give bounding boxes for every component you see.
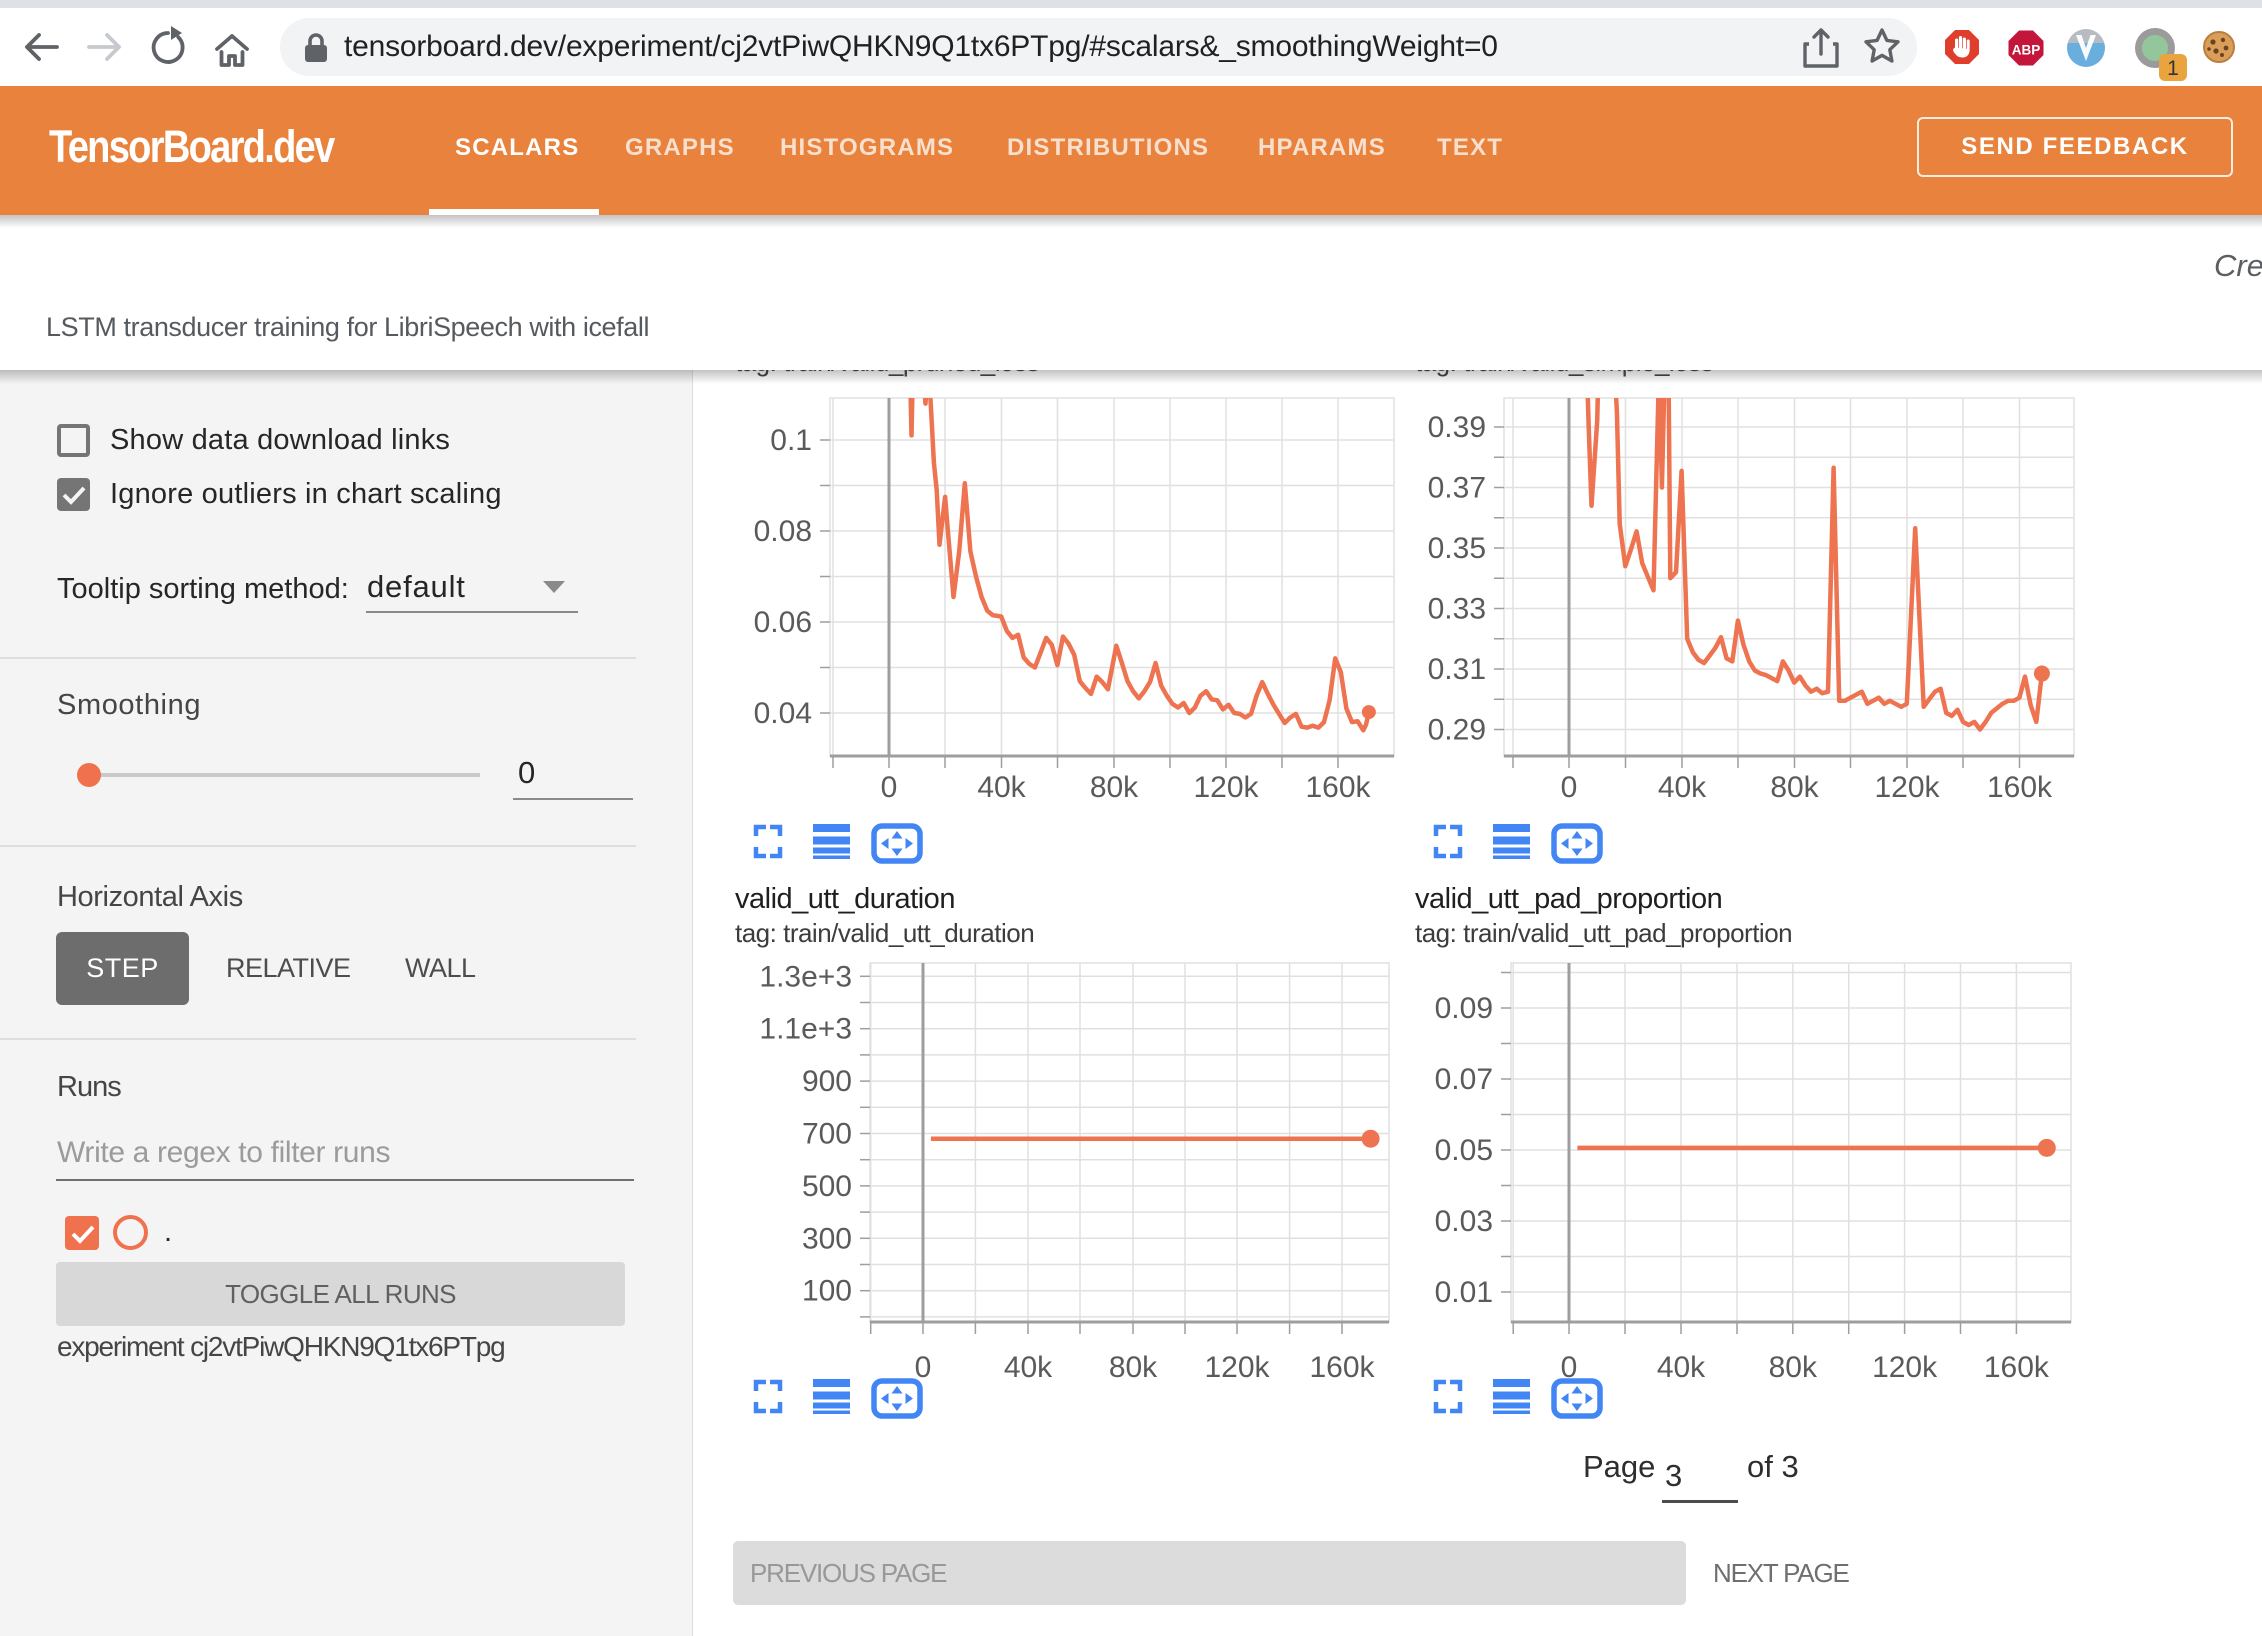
svg-text:0.1: 0.1	[770, 424, 812, 457]
svg-text:0.04: 0.04	[754, 697, 812, 730]
svg-text:0.05: 0.05	[1435, 1134, 1493, 1167]
svg-text:tag: train/valid_utt_pad_propo: tag: train/valid_utt_pad_proportion	[1415, 918, 1792, 948]
svg-text:0.09: 0.09	[1435, 992, 1493, 1025]
svg-text:0: 0	[1561, 771, 1578, 804]
svg-text:80k: 80k	[1109, 1351, 1158, 1384]
svg-text:tag: train/valid_utt_duration: tag: train/valid_utt_duration	[735, 918, 1034, 948]
svg-text:1.1e+3: 1.1e+3	[759, 1013, 852, 1046]
svg-text:ABP: ABP	[2012, 43, 2041, 58]
svg-text:120k: 120k	[1204, 1351, 1270, 1384]
svg-text:1: 1	[2167, 57, 2179, 80]
svg-text:0.33: 0.33	[1428, 593, 1486, 626]
svg-text:700: 700	[802, 1118, 852, 1151]
svg-text:80k: 80k	[1770, 771, 1819, 804]
svg-text:0.39: 0.39	[1428, 411, 1486, 444]
svg-text:0.07: 0.07	[1435, 1063, 1493, 1096]
svg-text:0.03: 0.03	[1435, 1205, 1493, 1238]
svg-text:160k: 160k	[1987, 771, 2053, 804]
svg-text:900: 900	[802, 1065, 852, 1098]
svg-text:500: 500	[802, 1170, 852, 1203]
svg-text:40k: 40k	[1004, 1351, 1053, 1384]
svg-text:0.01: 0.01	[1435, 1276, 1493, 1309]
svg-text:120k: 120k	[1193, 771, 1259, 804]
svg-text:0.08: 0.08	[754, 515, 812, 548]
svg-text:0.35: 0.35	[1428, 532, 1486, 565]
svg-text:40k: 40k	[1657, 1351, 1706, 1384]
svg-text:160k: 160k	[1984, 1351, 2050, 1384]
svg-text:1.3e+3: 1.3e+3	[759, 960, 852, 993]
svg-text:40k: 40k	[977, 771, 1026, 804]
svg-text:300: 300	[802, 1222, 852, 1255]
svg-text:100: 100	[802, 1275, 852, 1308]
svg-text:0.31: 0.31	[1428, 653, 1486, 686]
svg-text:160k: 160k	[1305, 771, 1371, 804]
svg-text:80k: 80k	[1769, 1351, 1818, 1384]
svg-text:120k: 120k	[1872, 1351, 1938, 1384]
svg-text:0.29: 0.29	[1428, 714, 1486, 747]
svg-text:0.06: 0.06	[754, 606, 812, 639]
svg-text:120k: 120k	[1874, 771, 1940, 804]
svg-text:0: 0	[881, 771, 898, 804]
svg-text:160k: 160k	[1309, 1351, 1375, 1384]
svg-text:40k: 40k	[1658, 771, 1707, 804]
svg-text:80k: 80k	[1090, 771, 1139, 804]
svg-text:0.37: 0.37	[1428, 472, 1486, 505]
svg-text:valid_utt_pad_proportion: valid_utt_pad_proportion	[1415, 883, 1722, 915]
svg-text:valid_utt_duration: valid_utt_duration	[735, 883, 955, 915]
